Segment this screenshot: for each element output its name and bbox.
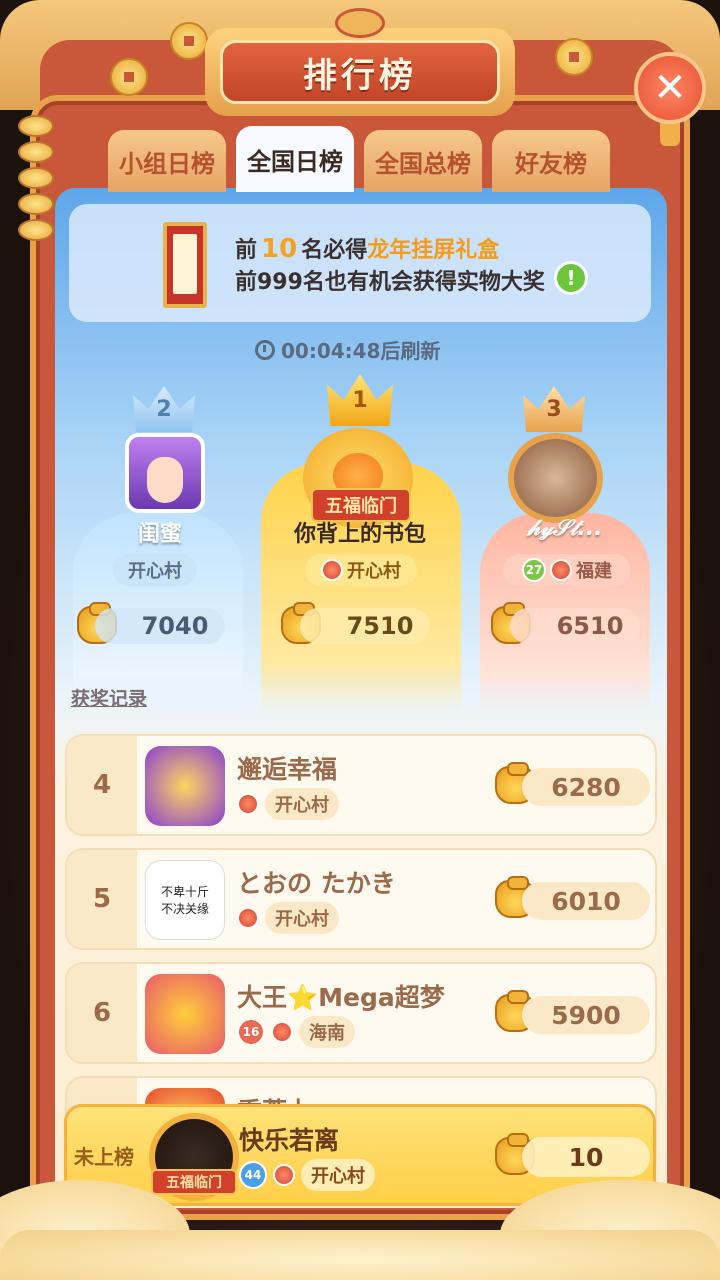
- score-value: 7510: [346, 612, 414, 640]
- score-pill: 6010: [522, 882, 650, 920]
- location-text: 福建: [576, 561, 612, 582]
- crown-icon: 3: [523, 386, 585, 432]
- rank-number: 5: [67, 850, 137, 948]
- avatar[interactable]: 不卑十斤 不决关缘: [145, 860, 225, 940]
- tag-group: 开心村: [237, 788, 339, 820]
- podium-name-2: 闺蜜: [137, 522, 182, 547]
- podium-name-3: 𝒽𝓎𝒮𝓉...: [527, 516, 603, 541]
- coin-icon: [555, 38, 593, 76]
- close-button[interactable]: ✕: [634, 52, 706, 124]
- level-badge: 44: [239, 1161, 267, 1189]
- title-knot-ornament: [335, 8, 385, 38]
- banner-mid: 名必得: [301, 238, 368, 263]
- banner-line-2: 前999名也有机会获得实物大奖: [235, 270, 545, 295]
- location-tag: 27 福建: [503, 554, 631, 586]
- location-tag: 开心村: [265, 788, 339, 820]
- banner-line-1: 前 10 名必得龙年挂屏礼盒: [235, 232, 499, 264]
- score-pill: 10: [522, 1137, 650, 1177]
- avatar[interactable]: [508, 433, 603, 523]
- rank-number: 4: [67, 736, 137, 834]
- village-icon: [271, 1021, 293, 1043]
- player-name: 邂逅幸福: [237, 755, 338, 784]
- score-pill: 7040: [95, 608, 225, 644]
- leaderboard-panel: 前 10 名必得龙年挂屏礼盒 前999名也有机会获得实物大奖 ! 00:04:48后…: [55, 188, 667, 1208]
- table-row[interactable]: 6 大王⭐Mega超梦 16 海南 5900: [65, 962, 657, 1064]
- level-badge: 27: [522, 558, 546, 582]
- banner-prefix: 前: [235, 238, 258, 263]
- location-text: 开心村: [347, 561, 401, 582]
- tab-group-daily[interactable]: 小组日榜: [108, 130, 226, 192]
- wufu-badge: 五福临门: [151, 1169, 237, 1195]
- gift-box-icon: [163, 222, 207, 308]
- title-plaque: 排行榜: [205, 28, 515, 116]
- level-badge: 16: [237, 1018, 265, 1046]
- crown-icon: 2: [133, 386, 195, 432]
- village-icon: [237, 793, 259, 815]
- my-name: 快乐若离: [239, 1126, 340, 1155]
- village-icon: [273, 1164, 295, 1186]
- tab-national-total[interactable]: 全国总榜: [364, 130, 482, 192]
- avatar[interactable]: [125, 433, 205, 513]
- info-icon[interactable]: !: [554, 261, 588, 295]
- village-icon: [550, 559, 572, 581]
- page-title: 排行榜: [303, 55, 417, 96]
- coin-icon: [170, 22, 208, 60]
- banner-highlight: 龙年挂屏礼盒: [367, 238, 500, 263]
- tab-friends[interactable]: 好友榜: [492, 130, 610, 192]
- crown-icon: 1: [327, 374, 393, 426]
- player-name: 大王⭐Mega超梦: [237, 983, 445, 1012]
- timer-text: 00:04:48后刷新: [281, 339, 441, 363]
- clock-icon: [255, 339, 275, 360]
- score-pill: 6280: [522, 768, 650, 806]
- score-value: 7040: [141, 612, 209, 640]
- village-icon: [237, 907, 259, 929]
- tag-group: 16 海南: [237, 1016, 355, 1048]
- location-tag: 开心村: [301, 1159, 375, 1191]
- rank-number: 6: [67, 964, 137, 1062]
- score-pill: 7510: [300, 608, 430, 644]
- score-pill: 5900: [522, 996, 650, 1034]
- coin-icon: [110, 58, 148, 96]
- refresh-timer: 00:04:48后刷新: [255, 335, 441, 364]
- location-tag: 开心村: [265, 902, 339, 934]
- coin-string-ornament: [18, 115, 54, 255]
- table-row[interactable]: 4 邂逅幸福 开心村 6280: [65, 734, 657, 836]
- tag-group: 开心村: [237, 902, 339, 934]
- avatar[interactable]: [145, 974, 225, 1054]
- avatar[interactable]: [145, 746, 225, 826]
- score-pill: 6510: [510, 608, 640, 644]
- award-record-link[interactable]: 获奖记录: [71, 684, 147, 711]
- tag-group: 44 开心村: [239, 1159, 375, 1191]
- score-value: 6510: [556, 612, 624, 640]
- location-tag: 开心村: [305, 554, 417, 586]
- village-icon: [321, 559, 343, 581]
- close-icon[interactable]: ✕: [653, 65, 687, 111]
- cloud-ornament: [0, 1230, 720, 1280]
- location-tag: 开心村: [113, 554, 197, 586]
- player-name: とおの たかき: [237, 869, 396, 898]
- tab-bar: 小组日榜 全国日榜 全国总榜 好友榜: [108, 126, 618, 192]
- tab-national-daily[interactable]: 全国日榜: [236, 126, 354, 192]
- location-tag: 海南: [299, 1016, 355, 1048]
- podium-name-1: 你背上的书包: [293, 522, 426, 547]
- banner-number: 10: [261, 234, 298, 264]
- location-text: 开心村: [128, 561, 182, 582]
- table-row[interactable]: 5 不卑十斤 不决关缘 とおの たかき 开心村 6010: [65, 848, 657, 950]
